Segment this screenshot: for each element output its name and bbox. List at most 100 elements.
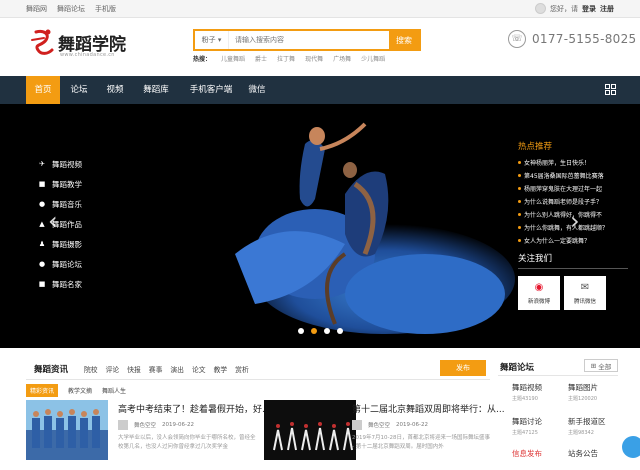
divider (518, 268, 628, 269)
article-thumbnail[interactable] (264, 400, 356, 460)
article-excerpt: 大学毕业以后，没人会领简向你毕业于哪所名校，曾经全校第几名，也没人过问你曾经拿过… (118, 435, 256, 450)
hot-term[interactable]: 儿童舞蹈 (221, 54, 245, 63)
nav-home[interactable]: 首页 (26, 76, 60, 104)
subtab-active[interactable]: 精彩资讯 (26, 384, 59, 397)
article-item[interactable]: 第十二届北京舞蹈双周即将举行：从... 舞色空空 2019-06-22 2019… (352, 402, 505, 452)
publish-button[interactable]: 发布 (440, 360, 486, 376)
hot-term[interactable]: 少儿舞蹈 (361, 54, 385, 63)
banner-menu-item[interactable]: ● 舞蹈论坛 (38, 254, 82, 274)
news-tab[interactable]: 快报 (127, 364, 141, 374)
wechat-button[interactable]: ✉ 腾讯微信 (564, 276, 606, 310)
logo-url: www.chinadance.cn (60, 52, 115, 58)
news-tabs: 院校 评论 快报 赛事 演出 论文 教学 赏析 (84, 364, 249, 374)
forum-header: 舞蹈论坛 ⊞ 全部 (498, 356, 618, 376)
news-header: 舞蹈资讯 院校 评论 快报 赛事 演出 论文 教学 赏析 发布 (26, 356, 490, 380)
grid-menu-icon[interactable] (605, 84, 616, 95)
hot-term[interactable]: 爵士 (255, 54, 267, 63)
hot-term[interactable]: 现代舞 (305, 54, 323, 63)
article-date: 2019-06-22 (396, 422, 428, 428)
forum-board[interactable]: 信息发布 (512, 448, 568, 470)
hot-recommend-item[interactable]: 女神杨丽萍，生日快乐！ (518, 156, 633, 169)
search-button[interactable]: 搜索 (389, 31, 419, 49)
forum-board[interactable]: 新手报道区 主题98342 (568, 416, 624, 438)
weibo-button[interactable]: ◉ 新浪微博 (518, 276, 560, 310)
subtab[interactable]: 舞蹈人生 (102, 386, 126, 395)
banner-menu-item[interactable]: ■ 舞蹈名家 (38, 274, 82, 294)
article-thumbnail[interactable] (26, 400, 108, 460)
hot-recommend-item[interactable]: 杨丽萍穿鬼肤在大理过年一起 (518, 182, 633, 195)
search-category-select[interactable]: 粉子 ▾ (195, 31, 229, 49)
site-logo[interactable]: 舞蹈学院 www.chinadance.cn (30, 26, 140, 68)
hot-recommend-item[interactable]: 第45届洛桑国际芭蕾舞比赛落 (518, 169, 633, 182)
prev-slide-arrow-icon[interactable]: ‹ (48, 207, 58, 235)
hot-recommend-item[interactable]: 女人为什么一定要跳舞？ (518, 234, 633, 247)
hot-term[interactable]: 广场舞 (333, 54, 351, 63)
hot-recommend-title: 热点推荐 (518, 142, 553, 152)
banner-menu-item[interactable]: ✈ 舞蹈视频 (38, 154, 82, 174)
news-subtabs: 精彩资讯 教学文摘 舞蹈人生 (26, 384, 126, 397)
forum-board[interactable]: 舞蹈讨论 主题47125 (512, 416, 568, 438)
news-tab[interactable]: 论文 (192, 364, 206, 374)
board-name: 站务公告 (568, 449, 598, 458)
weibo-icon: ◉ (534, 282, 544, 293)
hero-banner: ✈ 舞蹈视频 ■ 舞蹈教学 ● 舞蹈音乐 ▲ 舞蹈作品 ♟ 舞蹈摄影 ● 舞蹈论坛 ■ 舞蹈名… (0, 104, 640, 348)
top-link-dance-net[interactable]: 舞蹈网 (26, 4, 47, 14)
search-input[interactable] (229, 31, 389, 49)
wechat-icon: ✉ (580, 282, 590, 293)
board-count: 主题47125 (512, 430, 538, 436)
board-count: 主题98342 (568, 430, 594, 436)
article-author: 舞色空空 (368, 423, 391, 429)
slide-dot[interactable] (337, 328, 343, 334)
article-title[interactable]: 第十二届北京舞蹈双周即将举行：从... (352, 402, 505, 415)
hot-recommend-item[interactable]: 为什么说舞蹈老师是段子手？ (518, 195, 633, 208)
news-tab[interactable]: 赏析 (235, 364, 249, 374)
plane-icon: ✈ (39, 160, 45, 168)
slide-indicators (298, 328, 343, 334)
nav-video[interactable]: 视频 (98, 76, 132, 104)
register-link[interactable]: 注册 (600, 4, 614, 14)
top-link-mobile[interactable]: 手机版 (95, 4, 116, 14)
greeting-text: 您好，请 (550, 4, 578, 13)
phone-contact: ☏ 0177-5155-8025 (508, 30, 636, 48)
help-chat-icon[interactable] (622, 436, 640, 458)
news-tab[interactable]: 院校 (84, 364, 98, 374)
banner-menu-item[interactable]: ■ 舞蹈教学 (38, 174, 82, 194)
article-date: 2019-06-22 (162, 422, 194, 428)
login-link[interactable]: 登录 (582, 4, 596, 14)
news-tab[interactable]: 赛事 (149, 364, 163, 374)
forum-all-button[interactable]: ⊞ 全部 (584, 359, 618, 372)
forum-board[interactable]: 站务公告 (568, 448, 624, 470)
slide-dot[interactable] (298, 328, 304, 334)
forum-board[interactable]: 舞蹈视频 主题43190 (512, 382, 568, 404)
banner-menu-item[interactable]: ♟ 舞蹈摄影 (38, 234, 82, 254)
news-title: 舞蹈资讯 (34, 365, 69, 375)
news-tab[interactable]: 演出 (170, 364, 184, 374)
nav-wechat[interactable]: 微信 (240, 76, 274, 104)
banner-category-menu: ✈ 舞蹈视频 ■ 舞蹈教学 ● 舞蹈音乐 ▲ 舞蹈作品 ♟ 舞蹈摄影 ● 舞蹈论坛 ■ 舞蹈名… (38, 154, 82, 294)
bank-icon: ▲ (39, 220, 45, 228)
news-tab[interactable]: 评论 (106, 364, 120, 374)
article-title[interactable]: 高考中考结束了！趁着暑假开始，好... (118, 402, 271, 415)
subtab[interactable]: 教学文摘 (68, 386, 92, 395)
nav-forum[interactable]: 论坛 (62, 76, 96, 104)
top-link-forum[interactable]: 舞蹈论坛 (57, 4, 85, 14)
forum-board[interactable]: 舞蹈图片 主题120020 (568, 382, 624, 404)
hot-recommend-panel: 热点推荐 女神杨丽萍，生日快乐！ 第45届洛桑国际芭蕾舞比赛落 杨丽萍穿鬼肤在大… (512, 104, 640, 348)
users-icon: ♟ (38, 240, 46, 248)
board-name: 舞蹈视频 (512, 383, 542, 392)
hot-recommend-item[interactable]: 为什么你跳舞，有人都跳越顺？ (518, 221, 633, 234)
hot-recommend-list: 女神杨丽萍，生日快乐！ 第45届洛桑国际芭蕾舞比赛落 杨丽萍穿鬼肤在大理过年一起… (518, 156, 633, 247)
hot-term[interactable]: 拉丁舞 (277, 54, 295, 63)
banner-menu-item[interactable]: ● 舞蹈音乐 (38, 194, 82, 214)
news-tab[interactable]: 教学 (214, 364, 228, 374)
nav-dance-library[interactable]: 舞蹈库 (136, 76, 176, 104)
slide-dot[interactable] (324, 328, 330, 334)
article-meta: 舞色空空 2019-06-22 (118, 420, 271, 430)
avatar-icon (535, 3, 546, 14)
banner-menu-item[interactable]: ▲ 舞蹈作品 (38, 214, 82, 234)
nav-mobile-client[interactable]: 手机客户端 (180, 76, 242, 104)
hot-recommend-item[interactable]: 为什么别人跳得好，你跳得不 (518, 208, 633, 221)
board-count: 主题120020 (568, 396, 598, 402)
article-item[interactable]: 高考中考结束了！趁着暑假开始，好... 舞色空空 2019-06-22 大学毕业… (118, 402, 271, 452)
slide-dot-active[interactable] (311, 328, 317, 334)
